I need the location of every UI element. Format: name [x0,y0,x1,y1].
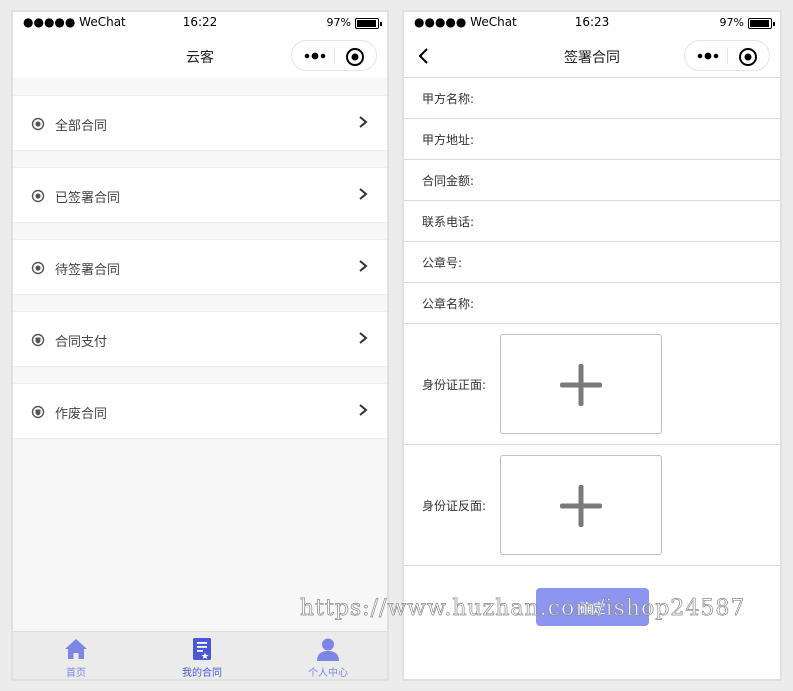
menu-item-label: 全部合同 [55,119,108,134]
menu-item-label: 已签署合同 [55,191,121,206]
close-miniprogram-icon[interactable] [737,46,759,68]
radio-dot-icon [31,261,45,275]
miniprogram-capsule [291,40,377,71]
miniprogram-capsule [684,40,770,71]
status-bar: ●●●●● WeChat 16:23 97% [404,12,780,34]
battery-percent: 97% [326,16,351,29]
chevron-right-icon [359,260,368,272]
more-icon[interactable] [300,45,330,67]
sign-contract-screen: ●●●●● WeChat 16:23 97% 签署合同 甲方名称: 甲方地址: … [402,10,782,681]
field-label: 身份证正面: [422,378,487,392]
form-row-seal-number: 公章号: [404,242,780,283]
field-label: 身份证反面: [422,499,487,513]
bottom-tab-bar: 首页 我的合同 个人中心 [13,631,387,679]
radio-dot-icon [31,117,45,131]
chevron-right-icon [359,332,368,344]
navigation-bar: 签署合同 [404,34,780,78]
party-name-input[interactable] [484,84,770,112]
contract-menu: 全部合同 已签署合同 待签署合同 合同支付 作废合同 [13,78,387,439]
contract-icon [193,638,211,660]
radio-dot-icon [31,189,45,203]
form-row-id-front: 身份证正面: [404,324,780,445]
battery-icon [355,18,382,29]
chevron-right-icon [359,188,368,200]
more-icon[interactable] [693,45,723,67]
menu-item-pending-contracts[interactable]: 待签署合同 [13,239,387,295]
seal-name-input[interactable] [484,289,770,317]
form-row-phone: 联系电话: [404,201,780,242]
tab-profile[interactable]: 个人中心 [265,632,387,679]
tab-label: 个人中心 [308,668,348,679]
tab-label: 我的合同 [182,668,222,679]
field-label: 甲方地址: [422,133,475,147]
menu-item-void-contracts[interactable]: 作废合同 [13,383,387,439]
menu-item-label: 待签署合同 [55,263,121,278]
field-label: 公章号: [422,256,463,270]
battery-percent: 97% [719,16,744,29]
tab-my-contracts[interactable]: 我的合同 [139,632,265,679]
form-row-party-address: 甲方地址: [404,119,780,160]
capsule-divider [727,48,728,64]
chevron-right-icon [359,116,368,128]
status-bar: ●●●●● WeChat 16:22 97% [13,12,387,34]
party-address-input[interactable] [484,125,770,153]
contract-amount-input[interactable] [484,166,770,194]
plus-icon [560,485,602,527]
sign-contract-form: 甲方名称: 甲方地址: 合同金额: 联系电话: 公章号: 公章名称: 身份证正面… [404,78,780,566]
menu-item-contract-payment[interactable]: 合同支付 [13,311,387,367]
home-icon [65,639,87,659]
form-row-seal-name: 公章名称: [404,283,780,324]
id-back-upload[interactable] [500,455,662,555]
phone-input[interactable] [484,207,770,235]
menu-item-all-contracts[interactable]: 全部合同 [13,95,387,151]
field-label: 联系电话: [422,215,475,229]
menu-item-signed-contracts[interactable]: 已签署合同 [13,167,387,223]
form-row-contract-amount: 合同金额: [404,160,780,201]
tab-home[interactable]: 首页 [13,632,139,679]
form-row-party-name: 甲方名称: [404,78,780,119]
shield-icon [31,405,45,419]
seal-number-input[interactable] [484,248,770,276]
plus-icon [560,364,602,406]
menu-item-label: 作废合同 [55,407,108,422]
user-icon [317,638,339,661]
form-row-id-back: 身份证反面: [404,445,780,566]
field-label: 甲方名称: [422,92,475,106]
contracts-home-screen: ●●●●● WeChat 16:22 97% 云客 全部合同 已签署合同 待签署… [11,10,389,681]
chevron-right-icon [359,404,368,416]
tab-label: 首页 [66,668,86,679]
navigation-bar: 云客 [13,34,387,78]
id-front-upload[interactable] [500,334,662,434]
battery-icon [748,18,775,29]
shield-icon [31,333,45,347]
field-label: 合同金额: [422,174,475,188]
capsule-divider [334,48,335,64]
watermark: https://www.huzhan.com/ishop24587 [300,596,746,622]
field-label: 公章名称: [422,297,475,311]
menu-item-label: 合同支付 [55,335,108,350]
content-area: 全部合同 已签署合同 待签署合同 合同支付 作废合同 [13,78,387,631]
close-miniprogram-icon[interactable] [344,46,366,68]
